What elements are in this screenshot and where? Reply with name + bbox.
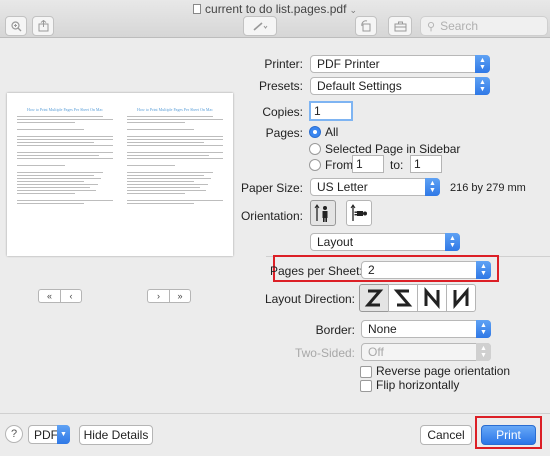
flip-horizontally-label: Flip horizontally	[376, 378, 460, 392]
search-placeholder: Search	[440, 19, 479, 33]
presets-value: Default Settings	[317, 79, 402, 93]
layout-reverse-n-button[interactable]	[446, 284, 476, 312]
zoom-icon	[10, 20, 21, 31]
reverse-n-layout-icon	[453, 287, 469, 309]
zoom-in-button[interactable]	[5, 16, 27, 36]
popup-arrows-icon: ▲ ▼	[476, 320, 491, 338]
portrait-icon	[314, 204, 328, 222]
popup-arrows-icon: ▲ ▼	[425, 178, 440, 196]
paper-size-value: US Letter	[317, 180, 368, 194]
layout-n-button[interactable]	[417, 284, 447, 312]
section-value: Layout	[317, 235, 354, 249]
border-label: Border:	[315, 323, 355, 337]
flip-horizontally-checkbox[interactable]	[360, 380, 372, 392]
pages-per-sheet-label: Pages per Sheet:	[270, 264, 363, 278]
landscape-orientation-button[interactable]	[346, 200, 372, 226]
popup-arrows-icon: ▲ ▼	[476, 261, 491, 279]
reverse-orientation-label: Reverse page orientation	[376, 364, 511, 378]
next-page-button[interactable]: ›	[147, 289, 169, 303]
to-input[interactable]: 1	[410, 155, 442, 173]
paper-dimensions: 216 by 279 mm	[450, 182, 526, 194]
pdf-label: PDF	[34, 427, 58, 442]
border-value: None	[368, 322, 397, 336]
to-label: to:	[390, 158, 404, 172]
rotate-icon	[361, 20, 371, 32]
pages-selected-radio[interactable]	[309, 143, 321, 155]
popup-arrows-icon: ▲ ▼	[445, 233, 460, 251]
preview-page-right: How to Print Multiple Pages Per Sheet On…	[127, 107, 223, 206]
layout-reverse-z-button[interactable]	[388, 284, 418, 312]
border-popup[interactable]: None ▲ ▼	[361, 320, 491, 338]
pages-per-sheet-value: 2	[368, 263, 375, 277]
page-nav-forward: › »	[147, 289, 191, 303]
presets-popup[interactable]: Default Settings ▲ ▼	[310, 77, 490, 95]
pages-per-sheet-popup[interactable]: 2 ▲ ▼	[361, 261, 491, 279]
paper-size-popup[interactable]: US Letter ▲ ▼	[310, 178, 440, 196]
printer-value: PDF Printer	[317, 57, 380, 71]
from-input[interactable]: 1	[352, 155, 384, 173]
last-page-button[interactable]: »	[169, 289, 191, 303]
orientation-label: Orientation:	[240, 209, 303, 223]
pdf-menu-button[interactable]: PDF ▼	[28, 425, 70, 444]
pages-label: Pages:	[265, 126, 303, 140]
page-nav-back: « ‹	[38, 289, 82, 303]
document-icon	[193, 4, 202, 14]
toolbox-icon	[394, 21, 406, 31]
chevron-down-icon: ▼	[57, 425, 70, 444]
two-sided-label: Two-Sided:	[294, 346, 355, 360]
page-preview: How to Print Multiple Pages Per Sheet On…	[7, 93, 233, 256]
landscape-icon	[350, 204, 367, 221]
title-bar: current to do list.pages.pdf ⌄ ⚲ Search	[0, 0, 550, 38]
reverse-orientation-checkbox[interactable]	[360, 366, 372, 378]
help-button[interactable]: ?	[5, 425, 23, 443]
presets-label: Presets:	[258, 79, 303, 93]
chevron-down-icon: ⌄	[349, 5, 357, 15]
layout-direction-label: Layout Direction:	[264, 292, 355, 306]
n-layout-icon	[424, 287, 440, 309]
hide-details-button[interactable]: Hide Details	[79, 425, 153, 445]
search-icon: ⚲	[427, 20, 436, 33]
first-page-button[interactable]: «	[38, 289, 60, 303]
portrait-orientation-button[interactable]	[310, 200, 336, 226]
popup-arrows-icon: ▲ ▼	[476, 343, 491, 361]
popup-arrows-icon: ▲ ▼	[475, 55, 490, 73]
rotate-button[interactable]	[355, 16, 377, 36]
print-options-section-popup[interactable]: Layout ▲ ▼	[310, 233, 460, 251]
footer-divider	[0, 413, 550, 414]
share-icon	[38, 20, 48, 32]
preview-page-left: How to Print Multiple Pages Per Sheet On…	[17, 107, 113, 206]
printer-label: Printer:	[264, 57, 303, 71]
layout-direction-control	[359, 284, 476, 312]
window-title-text: current to do list.pages.pdf	[205, 2, 347, 16]
markup-button[interactable]	[243, 16, 277, 36]
window-title[interactable]: current to do list.pages.pdf ⌄	[0, 2, 550, 16]
popup-arrows-icon: ▲ ▼	[475, 77, 490, 95]
pages-all-label: All	[325, 125, 339, 139]
share-button[interactable]	[32, 16, 54, 36]
copies-label: Copies:	[262, 105, 303, 119]
layout-z-button[interactable]	[359, 284, 389, 312]
pages-all-radio[interactable]	[309, 126, 321, 138]
cancel-button[interactable]: Cancel	[420, 425, 472, 445]
two-sided-popup[interactable]: Off ▲ ▼	[361, 343, 491, 361]
preview-page-title: How to Print Multiple Pages Per Sheet On…	[137, 107, 213, 112]
search-input[interactable]: ⚲ Search	[420, 16, 548, 36]
previous-page-button[interactable]: ‹	[60, 289, 82, 303]
two-sided-value: Off	[368, 345, 384, 359]
printer-popup[interactable]: PDF Printer ▲ ▼	[310, 55, 490, 73]
reverse-z-layout-icon	[393, 289, 413, 307]
preview-page-title: How to Print Multiple Pages Per Sheet On…	[27, 107, 103, 112]
z-layout-icon	[364, 289, 384, 307]
copies-input[interactable]: 1	[309, 101, 353, 121]
paper-size-label: Paper Size:	[240, 181, 303, 195]
toolbox-button[interactable]	[388, 16, 412, 36]
pen-icon	[253, 21, 268, 31]
pages-range-radio[interactable]	[309, 159, 321, 171]
print-button[interactable]: Print	[481, 425, 536, 445]
pages-selected-label: Selected Page in Sidebar	[325, 142, 461, 156]
